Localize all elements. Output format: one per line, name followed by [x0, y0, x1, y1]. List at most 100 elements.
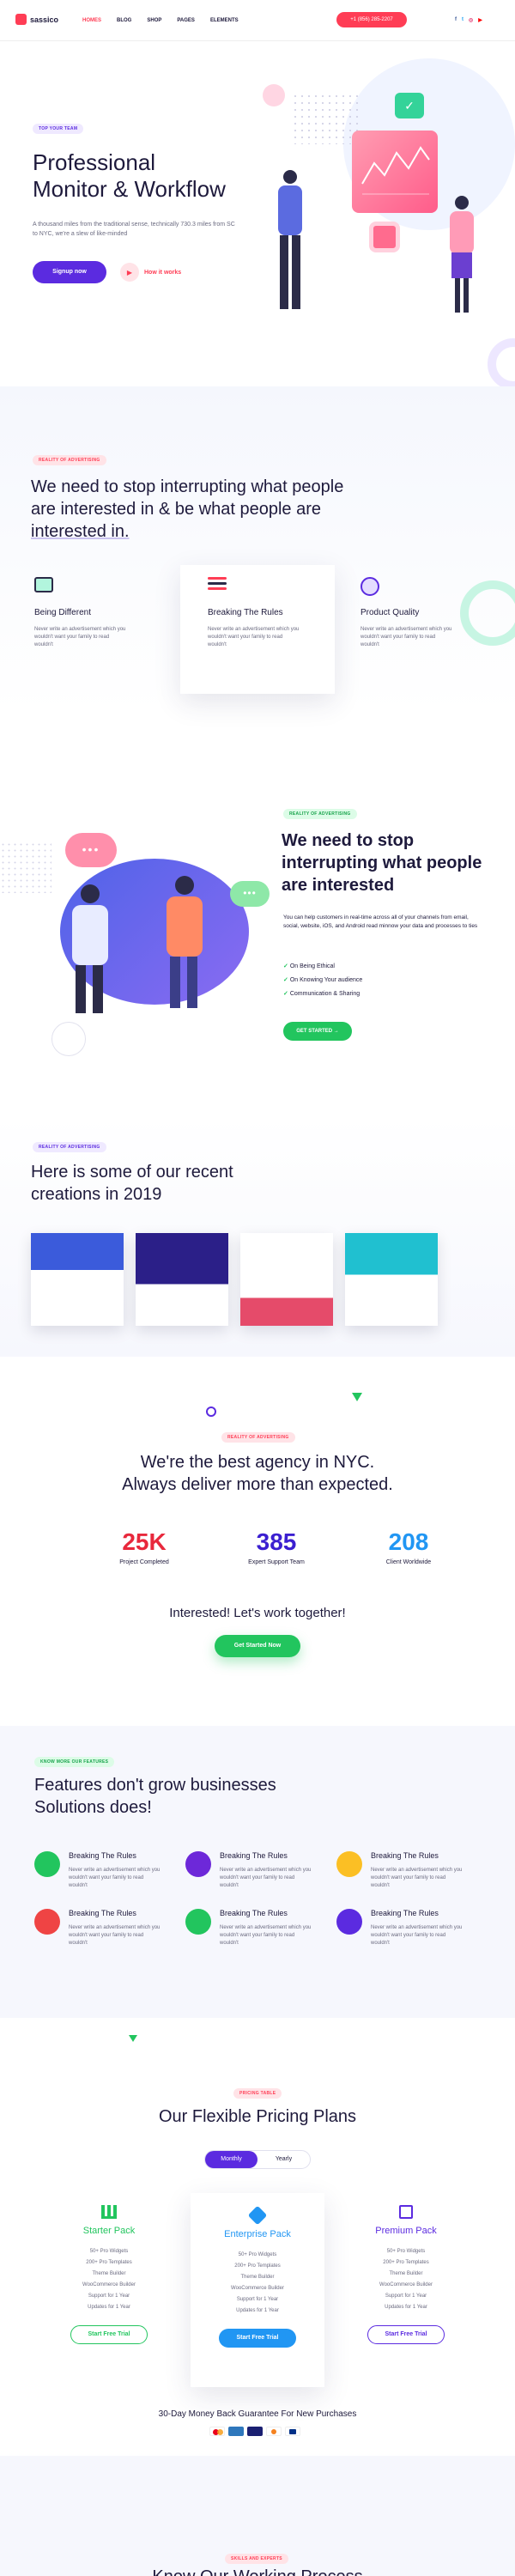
card-desc: Never write an advertisement which you w… — [360, 627, 452, 647]
rocket-icon — [360, 577, 379, 596]
man-left-figure — [69, 884, 112, 1013]
stats-badge: REALITY OF ADVERTISING — [221, 1432, 295, 1443]
mastercard-icon — [209, 2427, 225, 2436]
start-trial-button[interactable]: Start Free Trial — [367, 2325, 445, 2344]
about-title: We need to stop interrupting what people… — [282, 831, 482, 895]
yearly-toggle[interactable]: Yearly — [258, 2151, 310, 2168]
logo-text: sassico — [30, 15, 59, 24]
start-trial-button[interactable]: Start Free Trial — [219, 2329, 296, 2348]
feature-desc: Never write an advertisement which you w… — [371, 1925, 463, 1946]
get-started-button[interactable]: GET STARTED → — [283, 1022, 352, 1041]
main-nav: HOMES BLOG SHOP PAGES ELEMENTS — [82, 18, 239, 23]
man-figure — [275, 170, 306, 316]
app-square — [369, 222, 400, 252]
chart-icon — [101, 2205, 117, 2219]
monthly-toggle[interactable]: Monthly — [205, 2151, 258, 2168]
list-item: ✓ Communication & Sharing — [283, 991, 360, 997]
feature-title: Breaking The Rules — [69, 1909, 136, 1917]
feature-icon — [336, 1909, 362, 1935]
feature-title: Breaking The Rules — [220, 1909, 288, 1917]
plan-features: 50+ Pro Widgets 200+ Pro Templates Theme B… — [82, 2249, 136, 2310]
about-list: ✓ On Being Ethical ✓ On Knowing Your aud… — [283, 960, 362, 1001]
man-right-figure — [163, 876, 206, 1013]
nav-elements[interactable]: ELEMENTS — [210, 18, 239, 23]
feature-item: Breaking The Rules Never write an adverti… — [336, 1851, 488, 1890]
instagram-icon[interactable]: ◎ — [469, 17, 473, 23]
feature-desc: Never write an advertisement which you w… — [69, 1868, 161, 1888]
portfolio-item[interactable] — [136, 1233, 228, 1326]
triangle-decoration — [352, 1393, 362, 1401]
feature-card-active[interactable]: Breaking The Rules Never write an advert… — [180, 565, 335, 694]
twitter-icon[interactable]: t — [462, 17, 464, 23]
check-icon: ✓ — [283, 963, 288, 969]
layers-icon — [247, 2205, 268, 2226]
portfolio-grid — [31, 1233, 438, 1326]
inbox-icon — [34, 577, 53, 592]
logo-icon — [15, 14, 27, 25]
feature-title: Breaking The Rules — [371, 1851, 439, 1860]
billing-toggle: Monthly Yearly — [204, 2150, 311, 2169]
feature-desc: Never write an advertisement which you w… — [371, 1868, 463, 1888]
features-badge: KNOW MORE OUR FEATURES — [34, 1757, 115, 1767]
portfolio-item[interactable] — [240, 1233, 333, 1326]
plan-name: Starter Pack — [82, 2226, 136, 2236]
signup-button[interactable]: Signup now — [33, 261, 106, 283]
plan-features: 50+ Pro Widgets 200+ Pro Templates Theme B… — [231, 2252, 284, 2313]
guarantee-text: 30-Day Money Back Guarantee For New Purc… — [158, 2409, 357, 2419]
hero-illustration: ✓ — [258, 84, 498, 359]
stats-section: REALITY OF ADVERTISING We're the best ag… — [0, 1425, 515, 1683]
process-badge: SKILLS AND EXPERTS — [225, 2554, 288, 2564]
discover-icon — [266, 2427, 282, 2436]
nav-homes[interactable]: HOMES — [82, 18, 101, 23]
counter-value: 208 — [388, 1528, 429, 1555]
counter-label: Project Completed — [119, 1559, 169, 1565]
pink-circle — [263, 84, 285, 106]
feature-desc: Never write an advertisement which you w… — [220, 1925, 312, 1946]
stats-title: We're the best agency in NYC. Always del… — [122, 1453, 393, 1494]
card-title: Breaking The Rules — [208, 608, 283, 617]
feature-icon — [185, 1851, 211, 1877]
how-it-works-link[interactable]: ▶ How it works — [120, 263, 181, 282]
process-section: SKILLS AND EXPERTS Know Our Working Proc… — [0, 2456, 515, 2576]
card-title: Being Different — [34, 608, 91, 617]
nav-shop[interactable]: SHOP — [147, 18, 161, 23]
plan-name: Premium Pack — [375, 2226, 437, 2236]
facebook-icon[interactable]: f — [455, 17, 457, 23]
feature-item: Breaking The Rules Never write an adverti… — [185, 1851, 336, 1890]
chart-screen — [352, 131, 438, 213]
pricing-title: Our Flexible Pricing Plans — [158, 2107, 357, 2126]
about-desc: You can help customers in real-time acro… — [283, 914, 478, 929]
plan-name: Enterprise Pack — [224, 2229, 291, 2239]
plan-features: 50+ Pro Widgets 200+ Pro Templates Theme B… — [379, 2249, 433, 2310]
check-icon: ✓ — [283, 977, 288, 983]
process-title: Know Our Working Process — [0, 2567, 515, 2576]
intro-title: We need to stop interrupting what people… — [31, 477, 344, 541]
target-decoration — [52, 1022, 86, 1056]
payment-icons — [209, 2427, 300, 2436]
creations-section: REALITY OF ADVERTISING Here is some of o… — [0, 1116, 515, 1417]
about-illustration: ••• ••• — [34, 824, 270, 1022]
phone-button[interactable]: +1 (856) 285-2207 — [336, 12, 407, 27]
portfolio-item[interactable] — [31, 1233, 124, 1326]
nav-blog[interactable]: BLOG — [117, 18, 131, 23]
start-trial-button[interactable]: Start Free Trial — [70, 2325, 148, 2344]
amex-icon — [228, 2427, 244, 2436]
nav-pages[interactable]: PAGES — [177, 18, 195, 23]
portfolio-item[interactable] — [345, 1233, 438, 1326]
feature-title: Breaking The Rules — [220, 1851, 288, 1860]
hero-section: TOP YOUR TEAM Professional Monitor & Wor… — [0, 41, 515, 390]
download-icon — [399, 2205, 413, 2219]
about-section: ••• ••• REALITY OF ADVERTISING We need t… — [0, 773, 515, 1099]
counter: 208 Client Worldwide — [366, 1528, 451, 1565]
feature-card[interactable]: Being Different Never write an advertise… — [34, 577, 154, 680]
feature-card[interactable]: Product Quality Never write an advertise… — [360, 577, 481, 680]
youtube-icon[interactable]: ▶ — [478, 17, 482, 23]
settings-icon — [208, 577, 227, 592]
get-started-now-button[interactable]: Get Started Now — [215, 1635, 300, 1657]
card-desc: Never write an advertisement which you w… — [34, 627, 126, 647]
interested-text: Interested! Let's work together! — [169, 1606, 346, 1620]
circle-decoration — [206, 1406, 216, 1417]
features-section: KNOW MORE OUR FEATURES Features don't gr… — [0, 1726, 515, 2018]
logo[interactable]: sassico — [15, 14, 58, 25]
feature-title: Breaking The Rules — [371, 1909, 439, 1917]
